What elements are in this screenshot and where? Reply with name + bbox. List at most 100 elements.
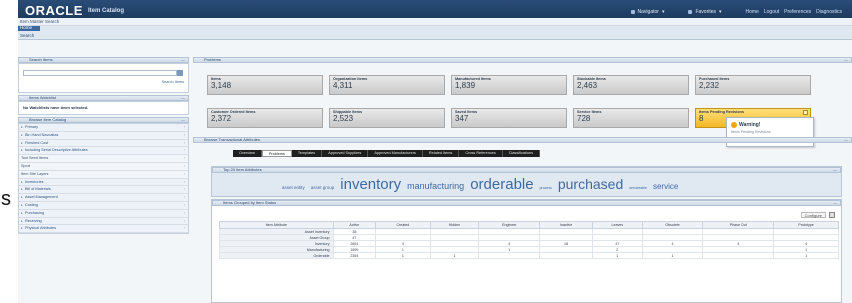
close-icon[interactable] xyxy=(803,110,808,115)
diagnostics-link[interactable]: Diagnostics xyxy=(816,9,842,15)
nav-item[interactable]: ▸ Primary › xyxy=(19,124,188,132)
metric-tile[interactable]: Manufactured Items 1,839 xyxy=(451,75,567,95)
metric-tile[interactable]: Customer Ordered Items 2,372 xyxy=(207,108,323,128)
expand-icon[interactable]: ▸ xyxy=(21,132,23,139)
navigator-menu[interactable]: Navigator ▾ xyxy=(630,9,664,15)
column-header[interactable]: Item Attribute xyxy=(219,221,334,229)
table-cell[interactable]: 2354 xyxy=(332,252,377,259)
nav-item[interactable]: ▸ Inventories › xyxy=(19,178,188,187)
nav-item[interactable]: ▸ Costing › xyxy=(19,201,188,210)
table-panel-header[interactable]: Items Grouped by Item Status — xyxy=(212,200,841,206)
tag-link[interactable]: process xyxy=(540,186,552,190)
transactional-panel-header[interactable]: Browse Transactional Attributes — xyxy=(193,137,852,143)
view-tab[interactable]: Templates xyxy=(291,150,323,157)
search-input[interactable] xyxy=(23,70,177,76)
expand-icon[interactable]: ▸ xyxy=(21,147,23,154)
nav-item[interactable]: ▸ Finished Cost › xyxy=(19,139,188,148)
metric-tile[interactable]: Shippable Items 2,523 xyxy=(329,108,445,128)
tag-link[interactable]: asset entity xyxy=(282,185,305,190)
view-tab[interactable]: Cross References xyxy=(459,150,503,157)
table-cell[interactable] xyxy=(478,252,541,259)
metric-tile[interactable]: Items 3,148 xyxy=(207,75,323,95)
nav-item[interactable]: ▸ Asset Management › xyxy=(19,194,188,202)
tag-link[interactable]: orderable xyxy=(470,176,533,193)
metric-tile[interactable]: Organization Items 4,311 xyxy=(329,75,445,95)
tag-link[interactable]: serviceable xyxy=(629,186,647,190)
collapse-icon[interactable]: — xyxy=(833,168,837,172)
home-link[interactable]: Home xyxy=(746,9,759,15)
favorites-menu[interactable]: Favorites ▾ xyxy=(688,9,722,15)
nav-item[interactable]: ▸ Including Serial Descriptive Attributes… xyxy=(19,147,188,156)
tagcloud-header[interactable]: Top 20 Item Attributes — xyxy=(212,167,841,173)
logout-link[interactable]: Logout xyxy=(764,9,779,15)
nav-item-label: Finished Cost xyxy=(25,140,49,145)
table-cell[interactable]: 1 xyxy=(773,252,839,259)
problems-panel-header[interactable]: Problems — xyxy=(193,57,852,63)
nav-item-label: Costing xyxy=(25,202,38,207)
search-items-link[interactable]: Search Items xyxy=(162,80,184,84)
collapse-icon[interactable]: — xyxy=(181,58,185,62)
nav-item[interactable]: ▸ Purchasing › xyxy=(19,209,188,218)
tile-value: 4,311 xyxy=(333,81,353,90)
column-header[interactable]: Active xyxy=(332,221,377,229)
collapse-icon[interactable]: — xyxy=(833,201,837,205)
expand-icon[interactable]: ▸ xyxy=(21,210,23,217)
nav-item[interactable]: Tool Seed Items › xyxy=(19,155,188,163)
view-tab[interactable]: Approved Manufacturers xyxy=(368,150,423,157)
expand-icon[interactable]: ▸ xyxy=(21,225,23,232)
view-tab[interactable]: Overview xyxy=(233,150,262,157)
nav-item[interactable]: Sport › xyxy=(19,162,188,171)
expand-icon[interactable]: ▸ xyxy=(21,194,23,201)
view-tab[interactable]: Related Items xyxy=(422,150,460,157)
column-header[interactable]: Engineer xyxy=(478,221,541,229)
tag-link[interactable]: inventory xyxy=(340,176,401,193)
table-cell[interactable]: 1 xyxy=(591,252,643,259)
view-tab[interactable]: Classifications xyxy=(502,150,541,157)
view-tab[interactable]: Approved Suppliers xyxy=(322,150,369,157)
tag-link[interactable]: asset group xyxy=(311,185,335,190)
nav-item[interactable]: ▸ Bill of Materials › xyxy=(19,186,188,195)
metric-tile[interactable]: Saved Items 347 xyxy=(451,108,567,128)
expand-icon[interactable]: ▸ xyxy=(21,186,23,193)
watchlist-panel-header[interactable]: Items Watchlist — xyxy=(18,95,189,101)
column-header[interactable]: Obsolete xyxy=(641,221,704,229)
column-header[interactable]: Prototype xyxy=(773,221,839,229)
table-cell[interactable]: 1 xyxy=(375,252,431,259)
preferences-link[interactable]: Preferences xyxy=(784,9,811,15)
table-cell[interactable] xyxy=(702,252,775,259)
nav-item[interactable]: ▸ Bin Hand Navcatlas › xyxy=(19,131,188,140)
tab-search[interactable]: Search xyxy=(18,32,40,39)
column-header[interactable]: Phase Out xyxy=(702,221,775,229)
search-icon[interactable] xyxy=(177,70,183,76)
column-header[interactable]: Inactive xyxy=(539,221,593,229)
nav-item[interactable]: ▸ Physical Attributes › xyxy=(19,225,188,234)
table-cell[interactable] xyxy=(539,252,593,259)
metric-tile[interactable]: Purchased Items 2,232 xyxy=(695,75,811,95)
expand-icon[interactable]: ▸ xyxy=(21,124,23,131)
configure-button[interactable]: Configure xyxy=(800,212,826,218)
export-icon[interactable] xyxy=(829,212,835,218)
tag-link[interactable]: service xyxy=(653,182,678,191)
collapse-icon[interactable]: — xyxy=(844,58,848,62)
view-tab[interactable]: Problems xyxy=(261,150,292,157)
nav-item[interactable]: Item Site Layers › xyxy=(19,170,188,179)
column-header[interactable]: Leaves xyxy=(591,221,643,229)
collapse-icon[interactable]: — xyxy=(844,138,848,142)
nav-item[interactable]: ▸ Receiving › xyxy=(19,217,188,226)
expand-icon[interactable]: ▸ xyxy=(21,140,23,147)
collapse-icon[interactable]: — xyxy=(181,96,185,100)
chevron-right-icon: › xyxy=(183,171,185,176)
table-cell[interactable]: 1 xyxy=(429,252,480,259)
column-header[interactable]: Created xyxy=(375,221,431,229)
expand-icon[interactable]: ▸ xyxy=(21,202,23,209)
column-header[interactable]: Hidden xyxy=(429,221,480,229)
collapse-icon[interactable]: — xyxy=(181,118,185,122)
metric-tile[interactable]: Service Items 728 xyxy=(573,108,689,128)
tag-link[interactable]: manufacturing xyxy=(407,181,464,191)
expand-icon[interactable]: ▸ xyxy=(21,179,23,186)
browse-panel-header[interactable]: Browse Item Catalog — xyxy=(18,117,189,123)
expand-icon[interactable]: ▸ xyxy=(21,218,23,225)
metric-tile[interactable]: Stockable Items 2,463 xyxy=(573,75,689,95)
tag-link[interactable]: purchased xyxy=(558,176,623,192)
table-cell[interactable]: 1 xyxy=(641,252,704,259)
